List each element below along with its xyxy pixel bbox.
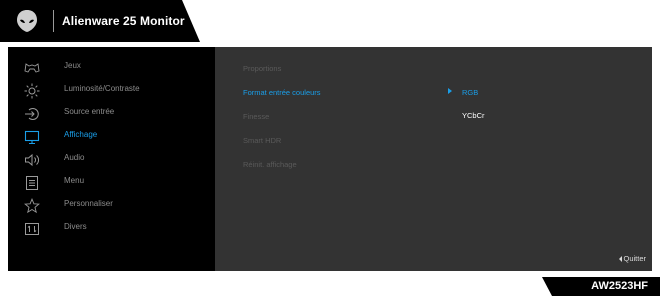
menu-item-affichage[interactable]: Affichage [8, 126, 215, 148]
menu-item-label: Audio [64, 153, 85, 162]
submenu-item-finesse[interactable]: Finesse [243, 112, 269, 121]
header-bar: Alienware 25 Monitor [0, 0, 200, 42]
submenu-item-smart-hdr[interactable]: Smart HDR [243, 136, 281, 145]
brightness-icon [24, 83, 40, 99]
menu-item-label: Source entrée [64, 107, 115, 116]
menu-icon [26, 176, 38, 190]
menu-item-menu[interactable]: Menu [8, 172, 215, 194]
option-rgb[interactable]: RGB [462, 88, 478, 97]
menu-item-label: Personnaliser [64, 199, 113, 208]
monitor-title: Alienware 25 Monitor [62, 14, 185, 28]
menu-item-luminosite[interactable]: Luminosité/Contraste [8, 80, 215, 102]
selection-arrow-icon [448, 88, 452, 94]
main-menu: Jeux Luminosité/Contraste Source entrée … [8, 47, 215, 271]
submenu-item-proportions[interactable]: Proportions [243, 64, 281, 73]
input-source-icon [25, 108, 39, 120]
submenu-item-format-entree-couleurs[interactable]: Format entrée couleurs [243, 88, 321, 97]
other-icon [25, 223, 39, 235]
menu-item-label: Divers [64, 222, 87, 231]
alien-head-icon [17, 10, 37, 32]
quit-label: Quitter [623, 254, 646, 263]
submenu-item-reinit-affichage[interactable]: Réinit. affichage [243, 160, 297, 169]
speaker-icon [25, 153, 39, 167]
gamepad-icon [24, 63, 40, 73]
star-icon [24, 198, 40, 214]
model-tag: AW2523HF [542, 277, 660, 296]
menu-item-personnaliser[interactable]: Personnaliser [8, 195, 215, 217]
quit-button[interactable]: Quitter [619, 254, 646, 263]
menu-item-label: Jeux [64, 61, 81, 70]
menu-item-jeux[interactable]: Jeux [8, 57, 215, 79]
menu-item-label: Menu [64, 176, 85, 185]
option-ycbcr[interactable]: YCbCr [462, 111, 485, 120]
menu-item-divers[interactable]: Divers [8, 218, 215, 240]
osd-panel: Jeux Luminosité/Contraste Source entrée … [8, 47, 652, 271]
submenu-area: Proportions Format entrée couleurs Fines… [215, 47, 652, 271]
menu-item-source[interactable]: Source entrée [8, 103, 215, 125]
menu-item-label: Affichage [64, 130, 98, 139]
model-name: AW2523HF [591, 280, 648, 292]
menu-item-label: Luminosité/Contraste [64, 84, 140, 93]
menu-item-audio[interactable]: Audio [8, 149, 215, 171]
header-divider [53, 10, 54, 32]
display-icon [24, 130, 40, 145]
